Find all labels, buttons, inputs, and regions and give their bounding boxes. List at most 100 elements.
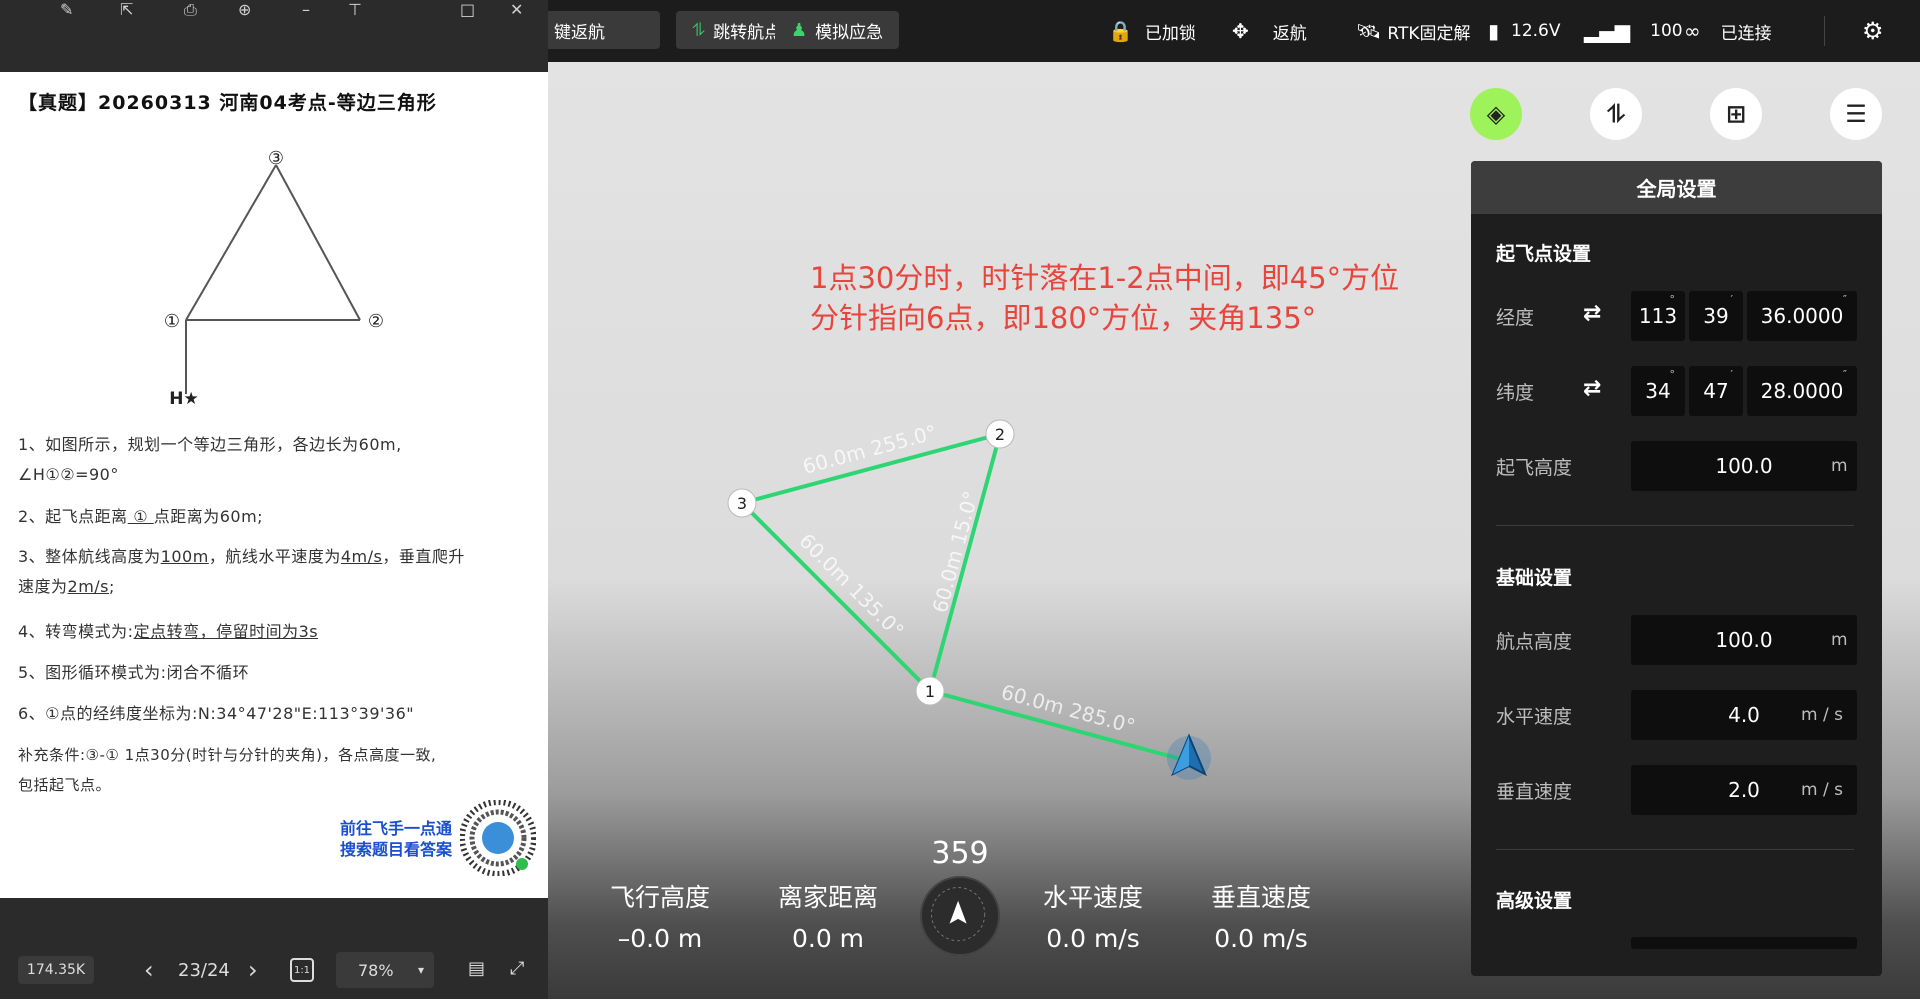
satellite-icon: 🛰 <box>1356 19 1382 43</box>
drone-icon: ✥ <box>1232 19 1249 43</box>
req3-u1: 100m <box>160 547 209 566</box>
hspeed-label: 水平速度 <box>1496 706 1573 728</box>
signal-value: 100 <box>1650 21 1683 41</box>
requirement-5: 5、图形循环模式为:闭合不循环 <box>18 663 250 682</box>
fig-point-3: ③ <box>268 148 284 169</box>
lat-sec-input[interactable]: 28.0000 ″ <box>1747 366 1857 416</box>
requirement-7-line-a: 补充条件:③-① 1点30分(时针与分针的夹角)，各点高度一致, <box>18 746 437 764</box>
req3-c: ，垂直爬升 <box>382 547 465 566</box>
longitude-label: 经度 <box>1496 307 1535 329</box>
takeoff-alt-input[interactable]: 100.0 <box>1631 441 1857 491</box>
top-bar: 键返航 ⥮ 跳转航点 ♟ 模拟应急 🔒 已加锁 ✥ 返航 🛰 RTK固定解 ▮ … <box>538 0 1920 62</box>
simulate-emergency-label: 模拟应急 <box>815 22 884 43</box>
requirement-2: 2、起飞点距离 ① 点距离为60m; <box>18 502 538 532</box>
route-tool-icon[interactable]: ⥮ <box>1590 88 1642 140</box>
lat-deg-value: 34 <box>1645 379 1671 403</box>
hspeed-tm-value: 0.0 m/s <box>1046 924 1140 953</box>
layout-icon[interactable]: ▤ <box>468 958 485 979</box>
battery-status: ▮ 12.6V <box>1488 0 1561 62</box>
rth-status[interactable]: ✥ 返航 <box>1232 0 1307 62</box>
req3-u3: 2m/s <box>67 577 110 596</box>
pilot-icon: ♟ <box>791 19 808 41</box>
link-status: ∞ 已连接 <box>1684 0 1772 62</box>
waypoint-3[interactable]: 3 <box>727 488 757 518</box>
wp-alt-label: 航点高度 <box>1496 631 1573 653</box>
waypoint-1-label: 1 <box>925 682 935 701</box>
lat-min-input[interactable]: 47 ′ <box>1689 366 1743 416</box>
takeoff-alt-value: 100.0 <box>1715 454 1773 478</box>
grid-add-icon[interactable]: ⊞ <box>1710 88 1762 140</box>
waypoint-2[interactable]: 2 <box>985 419 1015 449</box>
lon-swap-icon[interactable]: ⇄ <box>1583 301 1601 326</box>
aircraft-home-icon[interactable] <box>1167 733 1211 780</box>
fullscreen-icon[interactable]: ⤢ <box>510 958 524 979</box>
rth-status-text: 返航 <box>1272 23 1307 44</box>
settings-gear-icon[interactable]: ⚙ <box>1862 0 1884 62</box>
compass-arrow-icon <box>931 887 986 942</box>
hspeed-value: 4.0 <box>1728 703 1760 727</box>
requirement-4: 4、转弯模式为:定点转弯，停留时间为3s <box>18 617 538 647</box>
takeoff-section-title: 起飞点设置 <box>1496 243 1592 265</box>
vspeed-tm-label: 垂直速度 <box>1210 883 1311 912</box>
vspeed-unit: m / s <box>1801 780 1843 800</box>
annotation-line-1: 1点30分时，时针落在1-2点中间，即45°方位 <box>810 261 1399 295</box>
prev-page-icon[interactable]: ‹ <box>144 956 154 984</box>
battery-icon: ▮ <box>1488 19 1500 43</box>
basic-section-title: 基础设置 <box>1496 567 1573 589</box>
zoom-select[interactable]: 78% ▾ <box>336 952 434 988</box>
req2-a: 2、起飞点距离 <box>18 507 128 526</box>
route-icon: ⥮ <box>692 19 706 41</box>
waypoint-3-label: 3 <box>737 494 747 513</box>
maximize-icon[interactable]: □ <box>460 0 475 19</box>
add-icon[interactable]: ⊕ <box>238 0 251 19</box>
qr-caption-line-2: 搜索题目看答案 <box>339 840 452 859</box>
lat-swap-icon[interactable]: ⇄ <box>1583 376 1601 401</box>
takeoff-alt-unit: m <box>1831 456 1848 476</box>
return-home-button[interactable]: 键返航 <box>538 11 660 49</box>
lat-min-value: 47 <box>1703 379 1729 403</box>
actual-size-button[interactable]: 1:1 <box>290 958 314 982</box>
close-icon[interactable]: ✕ <box>510 0 523 19</box>
lon-deg-input[interactable]: 113 ° <box>1631 291 1685 341</box>
req3-a: 3、整体航线高度为 <box>18 547 161 566</box>
req3-b: ，航线水平速度为 <box>208 547 341 566</box>
qr-code-icon[interactable] <box>460 800 536 876</box>
waypoint-1[interactable]: 1 <box>915 676 945 706</box>
lock-status[interactable]: 🔒 已加锁 <box>1108 0 1196 62</box>
advanced-section-title: 高级设置 <box>1496 890 1573 912</box>
next-page-icon[interactable]: › <box>248 956 258 984</box>
file-size-badge: 174.35K <box>18 956 94 984</box>
advanced-input-partial[interactable] <box>1631 937 1857 949</box>
lon-deg-value: 113 <box>1638 304 1678 328</box>
lat-deg-input[interactable]: 34 ° <box>1631 366 1685 416</box>
pin-icon[interactable]: ⊤ <box>348 0 362 19</box>
battery-voltage: 12.6V <box>1511 21 1561 41</box>
lon-min-input[interactable]: 39 ′ <box>1689 291 1743 341</box>
takeoff-alt-label: 起飞高度 <box>1496 457 1573 479</box>
lon-sec-input[interactable]: 36.0000 ″ <box>1747 291 1857 341</box>
app-root: 1点30分时，时针落在1-2点中间，即45°方位 分针指向6点，即180°方位，… <box>0 0 1920 999</box>
wp-alt-input[interactable]: 100.0 <box>1631 615 1857 665</box>
hspeed-unit: m / s <box>1801 705 1843 725</box>
compass-widget <box>920 876 1000 956</box>
flight-alt-label: 飞行高度 <box>609 883 710 912</box>
share-icon[interactable]: ⇱ <box>120 0 133 19</box>
waypoint-2-label: 2 <box>995 425 1005 444</box>
requirement-7: 补充条件:③-① 1点30分(时针与分针的夹角)，各点高度一致, 包括起飞点。 <box>18 740 538 800</box>
viewer-toolbar: ✎ ⇱ ⎙ ⊕ – ⊤ □ ✕ <box>0 0 548 72</box>
print-icon[interactable]: ⎙ <box>184 0 197 20</box>
hspeed-tm-label: 水平速度 <box>1042 883 1143 912</box>
list-icon[interactable]: ☰ <box>1830 88 1882 140</box>
signal-icon: ▂▄▆ <box>1584 19 1631 43</box>
heading-value: 359 <box>931 836 989 871</box>
qr-caption: 前往飞手一点通 搜索题目看答案 <box>318 818 452 860</box>
minimize-icon[interactable]: – <box>302 0 310 19</box>
jump-waypoint-label: 跳转航点 <box>713 22 782 43</box>
chevron-down-icon: ▾ <box>417 963 424 977</box>
simulate-emergency-button[interactable]: ♟ 模拟应急 <box>775 11 900 49</box>
topbar-divider <box>1824 16 1825 46</box>
segment-3-1[interactable] <box>740 501 932 693</box>
requirement-7-line-b: 包括起飞点。 <box>18 776 112 794</box>
edit-icon[interactable]: ✎ <box>60 0 73 19</box>
layers-icon[interactable]: ◈ <box>1470 88 1522 140</box>
